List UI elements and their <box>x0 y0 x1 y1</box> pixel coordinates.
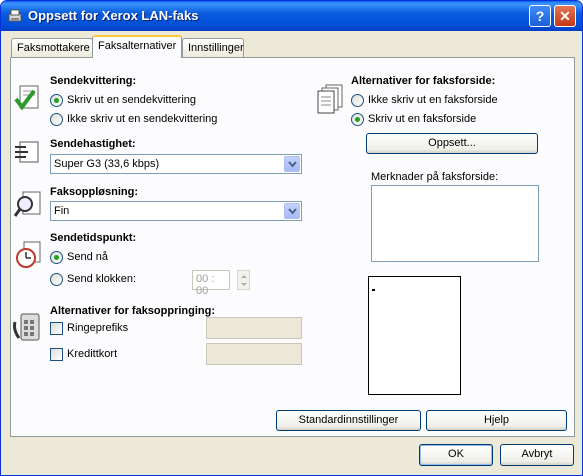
radio-send-now[interactable] <box>50 251 63 264</box>
tab-label: Faksmottakere <box>17 42 90 54</box>
radio-send-at[interactable] <box>50 273 63 286</box>
send-at-label[interactable]: Send klokken: <box>67 273 136 285</box>
dialing-options-title: Alternativer for faksoppringing: <box>50 305 216 317</box>
send-speed-title: Sendehastighet: <box>50 138 136 150</box>
defaults-button[interactable]: Standardinnstillinger <box>276 410 421 431</box>
question-icon: ? <box>535 8 545 24</box>
cover-notes-label: Merknader på faksforside: <box>371 171 499 183</box>
chevron-down-icon[interactable] <box>284 203 300 219</box>
title-bar[interactable]: Oppsett for Xerox LAN-faks ? ✕ <box>1 1 582 31</box>
credit-card-input[interactable] <box>206 343 302 365</box>
chevron-down-icon[interactable] <box>284 156 300 172</box>
tab-faksmottakere[interactable]: Faksmottakere <box>11 38 93 58</box>
send-time-field: 00 : 00 <box>192 270 230 297</box>
tab-label: Innstillinger <box>188 42 244 54</box>
help-button[interactable]: Hjelp <box>426 410 567 431</box>
cover-sheet-preview <box>368 276 461 395</box>
fax-resolution-title: Faksoppløsning: <box>50 186 138 198</box>
prefix-label[interactable]: Ringeprefiks <box>67 322 128 334</box>
radio-selected-dot <box>355 117 360 122</box>
close-button[interactable]: ✕ <box>554 5 576 27</box>
radio-selected-dot <box>54 98 59 103</box>
tab-innstillinger[interactable]: Innstillinger <box>182 38 244 58</box>
spin-up-icon <box>241 275 247 278</box>
no-cover-sheet-label[interactable]: Ikke skriv ut en faksforside <box>368 94 498 106</box>
tab-label: Faksalternativer <box>98 40 177 52</box>
send-speed-select[interactable]: Super G3 (33,6 kbps) <box>50 154 302 174</box>
help-title-button[interactable]: ? <box>529 5 551 27</box>
cover-notes-input[interactable] <box>371 185 539 262</box>
radio-no-receipt[interactable] <box>50 113 63 126</box>
cancel-button[interactable]: Avbryt <box>500 444 574 466</box>
credit-card-label[interactable]: Kredittkort <box>67 348 117 360</box>
magnifier-icon <box>13 190 42 223</box>
print-receipt-label[interactable]: Skriv ut en sendekvittering <box>67 94 196 106</box>
cover-sheet-icon <box>316 83 346 118</box>
keypad-icon <box>13 312 43 347</box>
send-time-value: 00 : 00 <box>196 273 215 297</box>
credit-card-checkbox[interactable] <box>50 348 63 361</box>
window-title: Oppsett for Xerox LAN-faks <box>28 8 199 23</box>
tab-faksalternativer[interactable]: Faksalternativer <box>92 35 182 58</box>
radio-print-receipt[interactable] <box>50 94 63 107</box>
send-receipt-title: Sendekvittering: <box>50 75 137 87</box>
printer-fax-icon <box>7 8 23 24</box>
radio-selected-dot <box>54 255 59 260</box>
preview-mark <box>372 289 375 291</box>
receipt-checkmark-icon <box>14 83 44 116</box>
fax-speed-icon <box>14 140 42 167</box>
print-cover-sheet-label[interactable]: Skriv ut en faksforside <box>368 113 476 125</box>
cover-sheet-title: Alternativer for faksforside: <box>351 75 496 87</box>
fax-resolution-select[interactable]: Fin <box>50 201 302 221</box>
tab-panel: Sendekvittering: Skriv ut en sendekvitte… <box>10 57 575 437</box>
dialog-window: Oppsett for Xerox LAN-faks ? ✕ Faksmotta… <box>0 0 583 476</box>
clock-icon <box>14 240 44 273</box>
radio-no-cover-sheet[interactable] <box>351 94 364 107</box>
radio-print-cover-sheet[interactable] <box>351 113 364 126</box>
send-speed-value: Super G3 (33,6 kbps) <box>54 158 160 170</box>
close-icon: ✕ <box>559 8 571 24</box>
spin-down-icon <box>241 283 247 286</box>
send-time-title: Sendetidspunkt: <box>50 232 137 244</box>
fax-resolution-value: Fin <box>54 205 70 217</box>
no-receipt-label[interactable]: Ikke skriv ut en sendekvittering <box>67 113 217 125</box>
send-time-spinner <box>237 270 250 290</box>
prefix-input[interactable] <box>206 317 302 339</box>
cover-sheet-setup-button[interactable]: Oppsett... <box>366 133 538 154</box>
prefix-checkbox[interactable] <box>50 322 63 335</box>
send-now-label[interactable]: Send nå <box>67 251 108 263</box>
ok-button[interactable]: OK <box>419 444 493 466</box>
